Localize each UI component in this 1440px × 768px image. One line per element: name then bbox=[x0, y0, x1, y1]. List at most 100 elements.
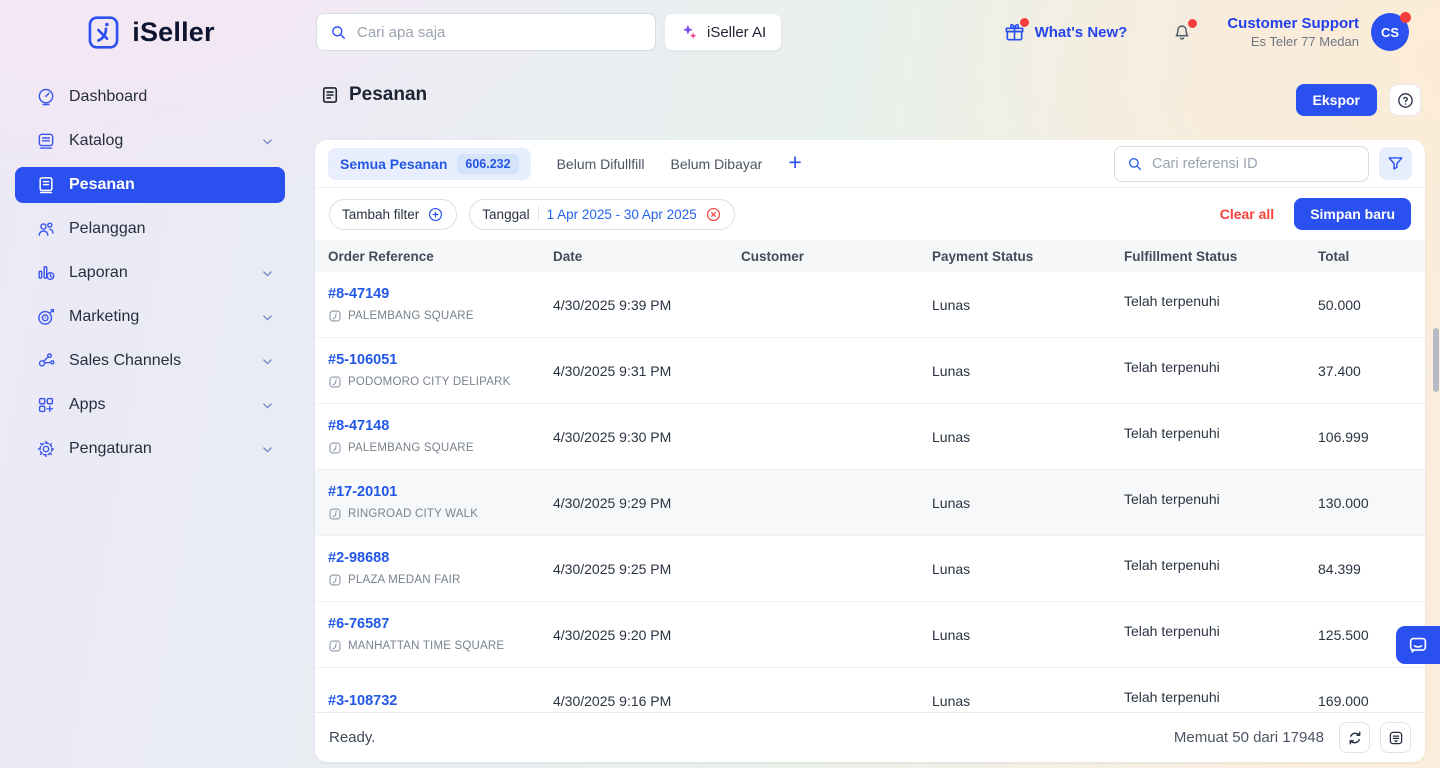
page-title-text: Pesanan bbox=[349, 84, 427, 106]
fulfillment-status: Telah terpenuhi bbox=[1124, 689, 1318, 713]
people-icon bbox=[36, 219, 56, 239]
funnel-icon bbox=[1386, 154, 1405, 173]
page-title: Pesanan bbox=[320, 84, 427, 106]
sidebar-item-katalog[interactable]: Katalog bbox=[15, 123, 285, 159]
column-date: Date bbox=[553, 249, 741, 264]
scrollbar-thumb[interactable] bbox=[1433, 328, 1439, 392]
outlet-name: MANHATTAN TIME SQUARE bbox=[348, 640, 504, 652]
tab-belum-difullfill[interactable]: Belum Difullfill bbox=[557, 156, 645, 172]
reference-search[interactable] bbox=[1114, 146, 1369, 182]
chip-divider bbox=[538, 206, 539, 222]
order-outlet: RINGROAD CITY WALK bbox=[328, 507, 553, 521]
sidebar-item-dashboard[interactable]: Dashboard bbox=[15, 79, 285, 115]
order-outlet: PODOMORO CITY DELIPARK bbox=[328, 375, 553, 389]
whats-new-notification-dot bbox=[1020, 18, 1029, 27]
payment-status: Lunas bbox=[932, 429, 1124, 445]
load-count-text: Memuat 50 dari 17948 bbox=[1174, 729, 1324, 746]
sidebar-item-pelanggan[interactable]: Pelanggan bbox=[15, 211, 285, 247]
order-reference-link[interactable]: #6-76587 bbox=[328, 616, 553, 632]
book-icon bbox=[36, 131, 56, 151]
table-row[interactable]: #8-47148 PALEMBANG SQUARE 4/30/2025 9:30… bbox=[315, 404, 1425, 470]
chat-widget-button[interactable] bbox=[1396, 626, 1440, 664]
outlet-name: PALEMBANG SQUARE bbox=[348, 310, 474, 322]
order-reference-link[interactable]: #17-20101 bbox=[328, 484, 553, 500]
add-tab-button[interactable]: + bbox=[788, 151, 801, 177]
iseller-ai-button[interactable]: iSeller AI bbox=[664, 13, 782, 51]
table-row[interactable]: #8-47149 PALEMBANG SQUARE 4/30/2025 9:39… bbox=[315, 272, 1425, 338]
sidebar-item-label: Sales Channels bbox=[69, 352, 181, 370]
order-reference-link[interactable]: #8-47148 bbox=[328, 418, 553, 434]
chevron-down-icon bbox=[260, 310, 275, 325]
remove-filter-icon[interactable] bbox=[705, 206, 722, 223]
order-date: 4/30/2025 9:16 PM bbox=[553, 693, 741, 709]
order-reference-link[interactable]: #8-47149 bbox=[328, 286, 553, 302]
sidebar-item-sales-channels[interactable]: Sales Channels bbox=[15, 343, 285, 379]
column-order-reference: Order Reference bbox=[328, 249, 553, 264]
gear-icon bbox=[36, 439, 56, 459]
column-total: Total bbox=[1318, 249, 1425, 264]
log-button[interactable] bbox=[1380, 722, 1411, 753]
sidebar-item-laporan[interactable]: Laporan bbox=[15, 255, 285, 291]
refresh-button[interactable] bbox=[1339, 722, 1370, 753]
sidebar-item-pesanan[interactable]: Pesanan bbox=[15, 167, 285, 203]
clear-all-button[interactable]: Clear all bbox=[1220, 206, 1274, 222]
customer-support-title: Customer Support bbox=[1227, 15, 1359, 32]
order-total: 130.000 bbox=[1318, 495, 1425, 511]
refresh-icon bbox=[1346, 729, 1364, 747]
sidebar-item-label: Pesanan bbox=[69, 176, 135, 194]
orders-panel: Semua Pesanan 606.232 Belum Difullfill B… bbox=[315, 140, 1425, 762]
global-search[interactable] bbox=[316, 13, 656, 51]
sidebar-item-pengaturan[interactable]: Pengaturan bbox=[15, 431, 285, 467]
sidebar-item-label: Pelanggan bbox=[69, 220, 146, 238]
avatar-initials: CS bbox=[1381, 25, 1399, 40]
table-row[interactable]: #6-76587 MANHATTAN TIME SQUARE 4/30/2025… bbox=[315, 602, 1425, 668]
status-text: Ready. bbox=[329, 729, 375, 746]
order-reference-link[interactable]: #3-108732 bbox=[328, 693, 553, 709]
notification-dot bbox=[1188, 19, 1197, 28]
outlet-name: PODOMORO CITY DELIPARK bbox=[348, 376, 510, 388]
global-search-input[interactable] bbox=[357, 24, 643, 41]
table-body: #8-47149 PALEMBANG SQUARE 4/30/2025 9:39… bbox=[315, 272, 1425, 734]
column-customer: Customer bbox=[741, 249, 932, 264]
table-row[interactable]: #5-106051 PODOMORO CITY DELIPARK 4/30/20… bbox=[315, 338, 1425, 404]
order-date: 4/30/2025 9:20 PM bbox=[553, 627, 741, 643]
chevron-down-icon bbox=[260, 442, 275, 457]
help-button[interactable] bbox=[1389, 84, 1421, 116]
fulfillment-status: Telah terpenuhi bbox=[1124, 623, 1318, 647]
tab-semua-pesanan[interactable]: Semua Pesanan 606.232 bbox=[328, 148, 531, 180]
table-row[interactable]: #2-98688 PLAZA MEDAN FAIR 4/30/2025 9:25… bbox=[315, 536, 1425, 602]
iseller-logo-icon bbox=[85, 14, 122, 51]
payment-status: Lunas bbox=[932, 363, 1124, 379]
filter-bar: Tambah filter Tanggal 1 Apr 2025 - 30 Ap… bbox=[315, 188, 1425, 240]
sidebar-item-label: Laporan bbox=[69, 264, 128, 282]
receipt-icon bbox=[36, 175, 56, 195]
reference-search-input[interactable] bbox=[1152, 156, 1357, 172]
payment-status: Lunas bbox=[932, 627, 1124, 643]
brand-logo[interactable]: iSeller bbox=[0, 14, 300, 51]
date-filter-chip[interactable]: Tanggal 1 Apr 2025 - 30 Apr 2025 bbox=[469, 199, 734, 230]
column-payment-status: Payment Status bbox=[932, 249, 1124, 264]
sidebar-item-marketing[interactable]: Marketing bbox=[15, 299, 285, 335]
orders-icon bbox=[320, 85, 340, 105]
page-header: Pesanan Ekspor bbox=[300, 84, 1440, 116]
export-button[interactable]: Ekspor bbox=[1296, 84, 1377, 116]
sidebar-item-apps[interactable]: Apps bbox=[15, 387, 285, 423]
payment-status: Lunas bbox=[932, 495, 1124, 511]
tab-belum-dibayar[interactable]: Belum Dibayar bbox=[671, 156, 763, 172]
table-row[interactable]: #17-20101 RINGROAD CITY WALK 4/30/2025 9… bbox=[315, 470, 1425, 536]
order-total: 106.999 bbox=[1318, 429, 1425, 445]
order-count-badge: 606.232 bbox=[457, 154, 518, 174]
order-reference-link[interactable]: #2-98688 bbox=[328, 550, 553, 566]
store-icon bbox=[328, 441, 342, 455]
date-filter-value: 1 Apr 2025 - 30 Apr 2025 bbox=[547, 207, 697, 222]
store-name: Es Teler 77 Medan bbox=[1227, 34, 1359, 49]
add-filter-chip[interactable]: Tambah filter bbox=[329, 199, 457, 230]
order-reference-link[interactable]: #5-106051 bbox=[328, 352, 553, 368]
customer-support-button[interactable]: Customer Support Es Teler 77 Medan bbox=[1227, 15, 1359, 49]
avatar-notification-dot bbox=[1400, 12, 1411, 23]
avatar[interactable]: CS bbox=[1371, 13, 1409, 51]
filter-button[interactable] bbox=[1379, 147, 1412, 180]
save-filter-button[interactable]: Simpan baru bbox=[1294, 198, 1411, 230]
notifications-button[interactable] bbox=[1171, 21, 1193, 43]
whats-new-button[interactable]: What's New? bbox=[1003, 21, 1128, 44]
